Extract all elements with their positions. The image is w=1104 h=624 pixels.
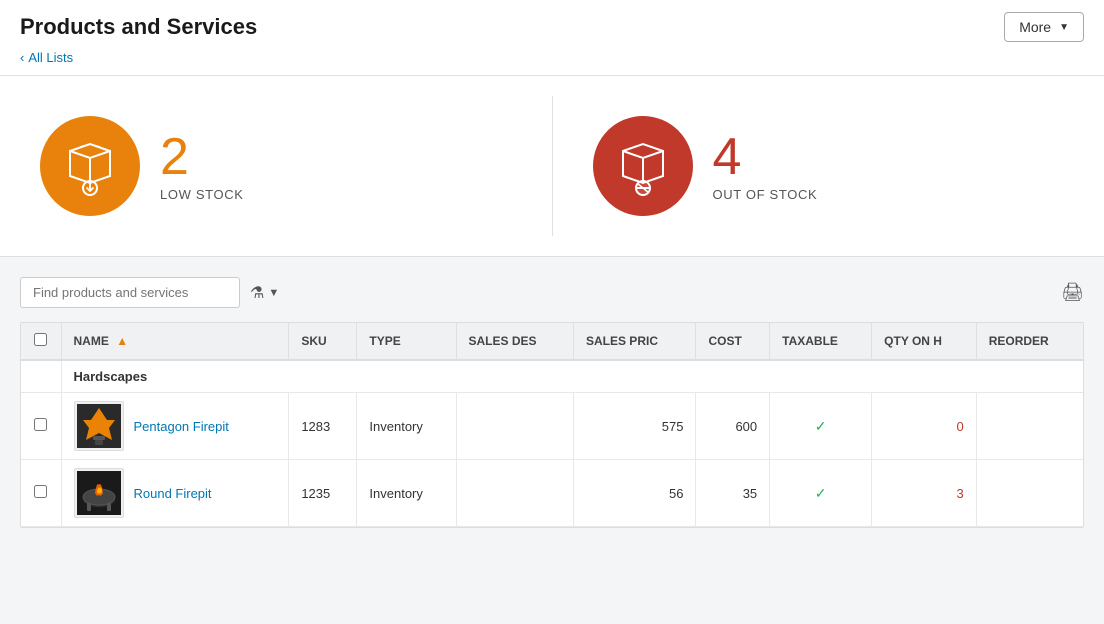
- low-stock-stat-text: 2 LOW STOCK: [160, 131, 244, 202]
- product-reorder: [976, 460, 1083, 527]
- product-sales-desc: [456, 393, 573, 460]
- col-header-name[interactable]: NAME ▲: [61, 323, 289, 360]
- product-type: Inventory: [357, 393, 456, 460]
- product-reorder: [976, 393, 1083, 460]
- printer-icon: 🖨: [1061, 282, 1084, 302]
- col-header-reorder[interactable]: REORDER: [976, 323, 1083, 360]
- product-sku: 1283: [289, 393, 357, 460]
- table-row: Pentagon Firepit 1283 Inventory 575 600 …: [21, 393, 1083, 460]
- low-stock-number: 2: [160, 131, 244, 183]
- product-name-cell: Pentagon Firepit: [61, 393, 289, 460]
- all-lists-link[interactable]: ‹ All Lists: [20, 50, 1084, 75]
- search-input[interactable]: [20, 277, 240, 308]
- stats-section: 2 LOW STOCK 4 OUT OF STOCK: [0, 76, 1104, 257]
- product-cost: 600: [696, 393, 770, 460]
- product-image: [74, 468, 124, 518]
- col-header-qty[interactable]: QTY ON H: [872, 323, 977, 360]
- chevron-left-icon: ‹: [20, 50, 24, 65]
- more-button[interactable]: More ▼: [1004, 12, 1084, 42]
- product-taxable: ✓: [770, 460, 872, 527]
- product-name-link[interactable]: Pentagon Firepit: [134, 419, 229, 434]
- products-table-wrapper: NAME ▲ SKU TYPE SALES DES SALES PRIC COS…: [20, 322, 1084, 528]
- print-button[interactable]: 🖨: [1061, 282, 1084, 303]
- row-checkbox-cell[interactable]: [21, 393, 61, 460]
- filter-icon: ⚗: [250, 283, 264, 303]
- product-thumbnail-svg2: [77, 471, 121, 515]
- select-all-checkbox-header[interactable]: [21, 323, 61, 360]
- product-name-cell: Round Firepit: [61, 460, 289, 527]
- col-header-type[interactable]: TYPE: [357, 323, 456, 360]
- out-of-stock-icon-circle: [593, 116, 693, 216]
- col-header-sales-desc[interactable]: SALES DES: [456, 323, 573, 360]
- row-checkbox[interactable]: [34, 485, 47, 498]
- product-qty: 0: [872, 393, 977, 460]
- col-header-sales-price[interactable]: SALES PRIC: [573, 323, 696, 360]
- page-title: Products and Services: [20, 14, 257, 40]
- low-stock-card[interactable]: 2 LOW STOCK: [0, 96, 553, 236]
- group-row-hardscapes: Hardscapes: [21, 360, 1083, 393]
- out-of-stock-number: 4: [713, 131, 818, 183]
- out-of-stock-card[interactable]: 4 OUT OF STOCK: [553, 96, 1104, 236]
- products-table: NAME ▲ SKU TYPE SALES DES SALES PRIC COS…: [21, 323, 1083, 527]
- box-banned-icon: [613, 136, 673, 196]
- sort-asc-icon: ▲: [116, 334, 128, 348]
- taxable-check-icon: ✓: [815, 418, 827, 434]
- col-header-taxable[interactable]: TAXABLE: [770, 323, 872, 360]
- product-type: Inventory: [357, 460, 456, 527]
- product-taxable: ✓: [770, 393, 872, 460]
- table-header-row: NAME ▲ SKU TYPE SALES DES SALES PRIC COS…: [21, 323, 1083, 360]
- chevron-down-icon: ▼: [1059, 22, 1069, 33]
- col-header-cost[interactable]: COST: [696, 323, 770, 360]
- out-of-stock-stat-text: 4 OUT OF STOCK: [713, 131, 818, 202]
- list-section: ⚗ ▼ 🖨 NAME ▲ SKU TYPE SALES DE: [0, 257, 1104, 548]
- product-sales-price: 56: [573, 460, 696, 527]
- out-of-stock-label: OUT OF STOCK: [713, 187, 818, 202]
- filter-button[interactable]: ⚗ ▼: [250, 283, 279, 303]
- col-header-sku[interactable]: SKU: [289, 323, 357, 360]
- row-checkbox[interactable]: [34, 418, 47, 431]
- product-qty: 3: [872, 460, 977, 527]
- select-all-checkbox[interactable]: [34, 333, 47, 346]
- low-stock-icon-circle: [40, 116, 140, 216]
- product-name-link[interactable]: Round Firepit: [134, 486, 212, 501]
- toolbar: ⚗ ▼ 🖨: [20, 277, 1084, 308]
- box-download-icon: [60, 136, 120, 196]
- row-checkbox-cell[interactable]: [21, 460, 61, 527]
- table-row: Round Firepit 1235 Inventory 56 35 ✓ 3: [21, 460, 1083, 527]
- product-sales-desc: [456, 460, 573, 527]
- low-stock-label: LOW STOCK: [160, 187, 244, 202]
- product-image: [74, 401, 124, 451]
- group-name-hardscapes: Hardscapes: [61, 360, 1083, 393]
- product-sku: 1235: [289, 460, 357, 527]
- page-header: Products and Services More ▼ ‹ All Lists: [0, 0, 1104, 76]
- product-cost: 35: [696, 460, 770, 527]
- taxable-check-icon: ✓: [815, 485, 827, 501]
- product-thumbnail-svg: [77, 404, 121, 448]
- product-sales-price: 575: [573, 393, 696, 460]
- filter-chevron-icon: ▼: [268, 287, 279, 299]
